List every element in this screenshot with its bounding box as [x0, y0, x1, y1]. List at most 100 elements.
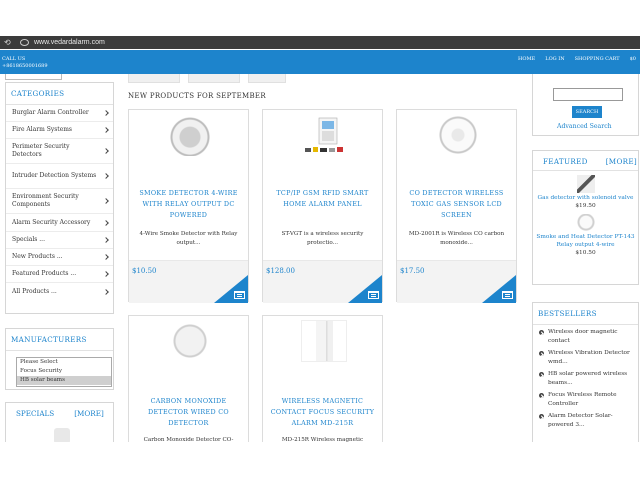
featured-product-name[interactable]: Smoke and Heat Detector PT-143 Relay out…: [533, 233, 638, 249]
chevron-right-icon: [103, 110, 109, 116]
site-top-bar: CALL US +8618650001689 HOME LOG IN SHOPP…: [0, 50, 640, 74]
product-image[interactable]: [167, 320, 213, 362]
cart-total-link[interactable]: $0: [630, 56, 636, 62]
product-price: $17.50: [400, 267, 425, 275]
featured-item[interactable]: Smoke and Heat Detector PT-143 Relay out…: [533, 214, 638, 257]
browser-address-bar[interactable]: ⟲ www.vedardalarm.com: [0, 36, 640, 49]
chevron-right-icon: [103, 237, 109, 243]
bestseller-item[interactable]: Focus Wireless Remote Controller: [533, 391, 638, 409]
bestsellers-title: BESTSELLERS: [533, 303, 638, 325]
featured-product-price: $10.50: [575, 250, 596, 256]
category-item[interactable]: Intruder Detection Systems: [6, 164, 113, 189]
chevron-right-icon: [103, 127, 109, 133]
shopping-cart-link[interactable]: SHOPPING CART: [575, 56, 620, 62]
specials-title: SPECIALS: [16, 409, 55, 418]
product-description: MD-2001R is Wireless CO carbon monoxide.…: [408, 231, 505, 246]
specials-header: SPECIALS [MORE]: [6, 403, 113, 424]
search-input[interactable]: [553, 88, 623, 101]
product-title[interactable]: CARBON MONOXIDE DETECTOR WIRED CO DETECT…: [133, 396, 244, 429]
product-title[interactable]: WIRELESS MAGNETIC CONTACT FOCUS SECURITY…: [267, 396, 378, 429]
featured-product-image[interactable]: [576, 214, 595, 232]
featured-product-name[interactable]: Gas detector with solenoid valve: [533, 194, 638, 202]
page-bottom-margin: [0, 442, 640, 480]
basket-icon[interactable]: [368, 291, 379, 299]
product-card[interactable]: WIRELESS MAGNETIC CONTACT FOCUS SECURITY…: [262, 315, 383, 455]
advanced-search-link[interactable]: Advanced Search: [557, 123, 612, 130]
main-tab-3[interactable]: [248, 74, 286, 83]
manufacturers-select[interactable]: Please Select Focus Security HB solar be…: [16, 357, 112, 387]
manufacturers-panel: MANUFACTURERS Please Select Focus Securi…: [5, 328, 114, 390]
category-item[interactable]: Specials ...: [6, 232, 113, 249]
product-description: 4-Wire Smoke Detector with Relay output.…: [139, 231, 238, 246]
info-icon: [20, 39, 29, 46]
chevron-right-icon: [103, 288, 109, 295]
category-item[interactable]: Alarm Security Accessory: [6, 214, 113, 232]
bestseller-item[interactable]: Wireless door magnetic contact: [533, 328, 638, 346]
chevron-right-icon: [103, 148, 109, 154]
alarm-panel-image: [305, 117, 343, 152]
featured-header: FEATURED [MORE]: [533, 151, 638, 171]
manufacturer-option[interactable]: Focus Security: [17, 367, 111, 376]
top-links: HOME LOG IN SHOPPING CART $0: [518, 56, 636, 62]
arrow-circle-icon: [539, 351, 544, 356]
category-item[interactable]: Environment Security Components: [6, 189, 113, 214]
product-image[interactable]: [301, 320, 347, 362]
product-card[interactable]: TCP/IP GSM RFID SMART HOME ALARM PANEL S…: [262, 109, 383, 303]
manufacturer-option[interactable]: Please Select: [17, 358, 111, 367]
phone-number: +8618650001689: [2, 63, 48, 69]
call-label: CALL US: [2, 56, 26, 62]
chevron-right-icon: [103, 198, 109, 204]
arrow-circle-icon: [539, 372, 544, 377]
chevron-right-icon: [103, 173, 109, 179]
product-card[interactable]: CO DETECTOR WIRELESS TOXIC GAS SENSOR LC…: [396, 109, 517, 303]
product-card[interactable]: SMOKE DETECTOR 4-WIRE WITH RELAY OUTPUT …: [128, 109, 249, 303]
back-icon[interactable]: ⟲: [4, 38, 14, 47]
price-bar: $128.00: [263, 260, 382, 303]
home-link[interactable]: HOME: [518, 56, 535, 62]
bestseller-item[interactable]: HB solar powered wireless beams...: [533, 370, 638, 388]
arrow-circle-icon: [539, 414, 544, 419]
featured-item[interactable]: Gas detector with solenoid valve $19.50: [533, 175, 638, 210]
chevron-right-icon: [103, 254, 109, 260]
product-title[interactable]: TCP/IP GSM RFID SMART HOME ALARM PANEL: [267, 188, 378, 210]
product-title[interactable]: CO DETECTOR WIRELESS TOXIC GAS SENSOR LC…: [401, 188, 512, 221]
left-search-input[interactable]: [5, 74, 62, 80]
chevron-right-icon: [103, 271, 109, 277]
contact-info: CALL US +8618650001689: [2, 56, 48, 70]
featured-panel: FEATURED [MORE] Gas detector with solenoi…: [532, 150, 639, 285]
search-button[interactable]: SEARCH: [572, 106, 602, 118]
url-text[interactable]: www.vedardalarm.com: [34, 39, 105, 46]
category-item[interactable]: Perimeter Security Detectors: [6, 139, 113, 164]
manufacturer-option-selected[interactable]: HB solar beams: [17, 376, 111, 385]
basket-icon[interactable]: [234, 291, 245, 299]
category-item[interactable]: All Products ...: [6, 283, 113, 300]
search-panel: SEARCH Advanced Search: [532, 74, 639, 136]
featured-title: FEATURED: [543, 157, 588, 166]
product-image[interactable]: [167, 114, 213, 156]
price-bar: $17.50: [397, 260, 516, 303]
basket-icon[interactable]: [502, 291, 513, 299]
product-card[interactable]: CARBON MONOXIDE DETECTOR WIRED CO DETECT…: [128, 315, 249, 455]
price-bar: $10.50: [129, 260, 248, 303]
login-link[interactable]: LOG IN: [545, 56, 564, 62]
category-item[interactable]: Fire Alarm Systems: [6, 122, 113, 139]
product-image[interactable]: [435, 114, 481, 156]
category-item[interactable]: Burglar Alarm Controller: [6, 105, 113, 122]
categories-title: CATEGORIES: [6, 83, 113, 105]
product-title[interactable]: SMOKE DETECTOR 4-WIRE WITH RELAY OUTPUT …: [133, 188, 244, 221]
product-price: $128.00: [266, 267, 295, 275]
category-item[interactable]: Featured Products ...: [6, 266, 113, 283]
specials-more-link[interactable]: [MORE]: [74, 409, 104, 418]
arrow-circle-icon: [539, 393, 544, 398]
category-item[interactable]: New Products ...: [6, 249, 113, 266]
bestsellers-panel: BESTSELLERS Wireless door magnetic conta…: [532, 302, 639, 452]
arrow-circle-icon: [539, 330, 544, 335]
main-tab-1[interactable]: [128, 74, 180, 83]
featured-more-link[interactable]: [MORE]: [606, 157, 637, 166]
featured-product-image[interactable]: [576, 175, 595, 193]
product-image[interactable]: [301, 114, 347, 156]
bestseller-item[interactable]: Wireless Vibration Detector wmd...: [533, 349, 638, 367]
product-description: ST-VGT is a wireless security protectio.…: [281, 231, 364, 246]
bestseller-item[interactable]: Alarm Detector Solar-powered 3...: [533, 412, 638, 430]
main-tab-2[interactable]: [188, 74, 240, 83]
